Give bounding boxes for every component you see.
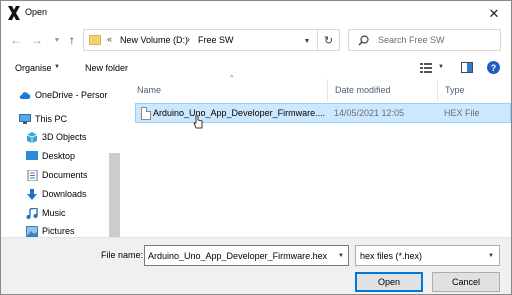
sidebar-item-this-pc[interactable]: This PC	[1, 111, 108, 129]
navpane-scrollbar[interactable]	[109, 153, 120, 237]
sidebar-item-pictures[interactable]: Pictures	[1, 223, 108, 237]
sidebar-item-label: Downloads	[42, 189, 87, 199]
address-overflow-chevrons[interactable]: «	[107, 34, 112, 44]
sort-ascending-icon: ^	[230, 75, 234, 82]
arrow-up-icon: ↑	[69, 33, 75, 47]
sidebar-item-downloads[interactable]: Downloads	[1, 186, 108, 204]
organise-button[interactable]: Organise	[15, 63, 52, 73]
column-divider[interactable]	[327, 79, 328, 101]
arrow-right-icon: →	[31, 33, 43, 47]
music-icon	[26, 208, 38, 219]
cloud-icon	[19, 92, 31, 99]
chevron-down-icon: ▼	[303, 37, 311, 45]
breadcrumb-segment[interactable]: New Volume (D:)	[120, 35, 188, 45]
refresh-icon: ↻	[323, 34, 334, 47]
file-row[interactable]: Arduino_Uno_App_Developer_Firmware.... 1…	[135, 103, 511, 123]
pictures-icon	[26, 226, 38, 237]
close-button[interactable]: ✕	[477, 1, 511, 26]
recent-locations-button[interactable]: ▼	[49, 32, 65, 48]
window-title: Open	[25, 7, 48, 17]
document-icon	[27, 170, 38, 181]
breadcrumb-separator[interactable]: ›	[187, 34, 190, 44]
refresh-button[interactable]: ↻	[317, 30, 339, 50]
help-icon[interactable]: ?	[487, 61, 500, 74]
cube-icon	[26, 132, 38, 143]
sidebar-item-label: Music	[42, 208, 66, 218]
search-icon	[358, 35, 369, 46]
view-options-icon[interactable]	[420, 62, 432, 73]
dialog-footer: File name: ▼ hex files (*.hex) ▼ Open Ca…	[1, 237, 511, 294]
search-box[interactable]	[348, 29, 501, 51]
navigation-pane: OneDrive - Persor This PC 3D Objects Des…	[1, 81, 122, 237]
chevron-down-icon[interactable]: ▼	[338, 253, 344, 259]
close-icon: ✕	[488, 5, 500, 21]
search-input[interactable]	[378, 31, 496, 49]
sidebar-item-label: This PC	[35, 114, 68, 124]
sidebar-item-label: Pictures	[42, 226, 75, 236]
desktop-icon	[26, 151, 38, 160]
cancel-button[interactable]: Cancel	[432, 272, 500, 292]
file-date: 14/05/2021 12:05	[334, 108, 405, 118]
preview-pane-icon[interactable]	[461, 62, 473, 73]
sidebar-item-label: OneDrive - Persor	[35, 90, 108, 100]
file-name: Arduino_Uno_App_Developer_Firmware....	[153, 108, 326, 118]
mouse-pointer-icon	[193, 115, 203, 129]
file-name-label: File name:	[101, 250, 144, 260]
sidebar-item-label: 3D Objects	[42, 132, 87, 142]
folder-icon	[89, 35, 101, 45]
address-dropdown-button[interactable]: ▼	[299, 33, 315, 49]
file-name-combobox[interactable]: ▼	[144, 245, 349, 266]
back-button[interactable]: ←	[8, 32, 24, 48]
toolbar: Organise ▼ New folder ▼ ?	[1, 57, 511, 79]
sidebar-item-label: Desktop	[42, 151, 76, 161]
sidebar-item-desktop[interactable]: Desktop	[1, 148, 108, 166]
address-bar[interactable]: « New Volume (D:) › Free SW ▼ ↻	[83, 29, 340, 51]
breadcrumb-segment[interactable]: Free SW	[198, 35, 234, 45]
title-bar: Open ✕	[1, 1, 511, 26]
sidebar-item-3d-objects[interactable]: 3D Objects	[1, 129, 108, 147]
sidebar-item-music[interactable]: Music	[1, 205, 108, 223]
arrow-left-icon: ←	[10, 33, 22, 47]
x-app-icon	[8, 6, 20, 20]
file-icon	[141, 107, 151, 120]
computer-icon	[19, 114, 31, 124]
file-type: HEX File	[444, 108, 480, 118]
sidebar-item-onedrive[interactable]: OneDrive - Persor	[1, 87, 108, 105]
chevron-down-icon: ▼	[53, 36, 61, 44]
open-button[interactable]: Open	[355, 272, 423, 292]
chevron-down-icon[interactable]: ▼	[438, 64, 444, 70]
file-name-input[interactable]	[148, 247, 334, 264]
open-dialog: Open ✕ ← → ▼ ↑ « New Volume (D:) › Free …	[0, 0, 512, 295]
column-divider[interactable]	[437, 79, 438, 101]
chevron-down-icon: ▼	[488, 253, 494, 259]
sidebar-item-label: Documents	[42, 170, 88, 180]
new-folder-button[interactable]: New folder	[85, 63, 128, 73]
forward-button[interactable]: →	[29, 32, 45, 48]
file-type-selected: hex files (*.hex)	[360, 251, 423, 261]
file-list: ^ Name Date modified Type Arduino_Uno_Ap…	[125, 75, 511, 237]
up-button[interactable]: ↑	[64, 32, 80, 48]
chevron-down-icon[interactable]: ▼	[54, 64, 60, 70]
download-icon	[27, 189, 37, 200]
file-type-select[interactable]: hex files (*.hex) ▼	[355, 245, 500, 266]
sidebar-item-documents[interactable]: Documents	[1, 167, 108, 185]
